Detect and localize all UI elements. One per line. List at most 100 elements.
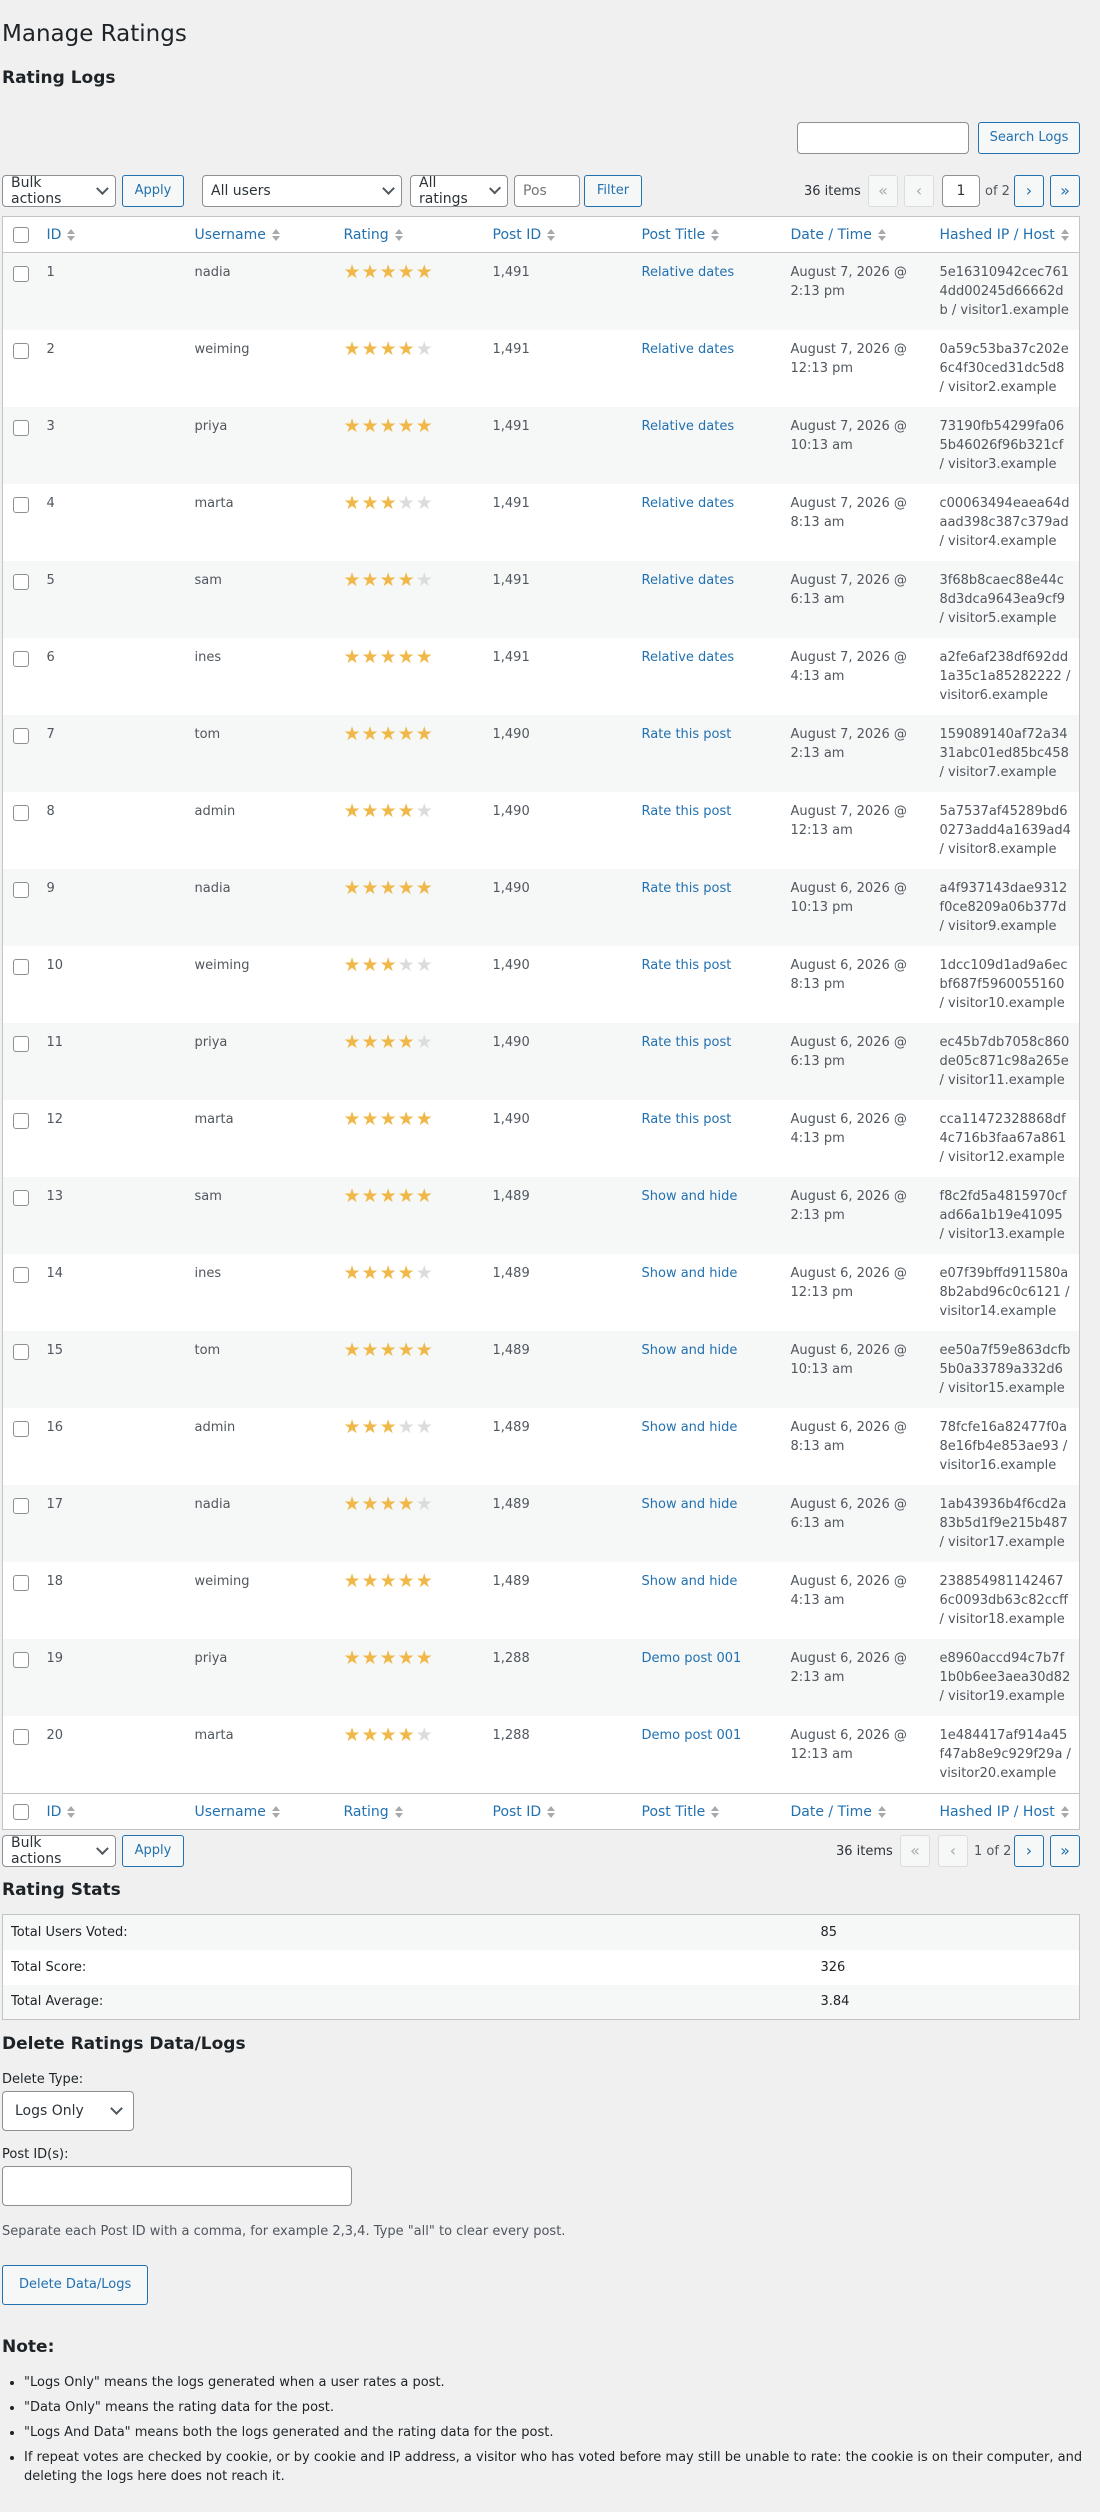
- post-title-link[interactable]: Rate this post: [642, 1035, 732, 1050]
- row-checkbox[interactable]: [13, 1574, 29, 1591]
- next-page-button[interactable]: ›: [1014, 175, 1044, 207]
- cell-hashed-ip: 5a7537af45289bd60273add4a1639ad4 / visit…: [939, 804, 1071, 857]
- row-checkbox[interactable]: [13, 496, 29, 513]
- search-logs-button[interactable]: Search Logs: [978, 122, 1080, 154]
- first-page-button-bottom[interactable]: «: [900, 1835, 930, 1867]
- table-row: 5 sam ★★★★★ 1,491 Relative dates August 7, 20…: [2, 561, 1080, 638]
- sort-icon: [394, 1805, 403, 1818]
- row-checkbox[interactable]: [13, 342, 29, 359]
- cell-id: 8: [46, 804, 55, 819]
- col-hashed-ip[interactable]: Hashed IP / Host: [931, 216, 1080, 253]
- post-title-link[interactable]: Rate this post: [642, 804, 732, 819]
- first-page-button[interactable]: «: [868, 175, 898, 207]
- col-rating[interactable]: Rating: [335, 216, 485, 253]
- cell-id: 1: [46, 265, 55, 280]
- post-title-link[interactable]: Show and hide: [642, 1420, 738, 1435]
- post-title-link[interactable]: Relative dates: [642, 419, 735, 434]
- star-filled-icon: ★: [379, 261, 397, 283]
- current-page-input[interactable]: [942, 175, 980, 207]
- post-title-link[interactable]: Relative dates: [642, 650, 735, 665]
- cell-post-id: 1,489: [492, 1343, 530, 1358]
- col-date-time[interactable]: Date / Time: [782, 216, 932, 253]
- row-checkbox[interactable]: [13, 650, 29, 667]
- post-title-link[interactable]: Demo post 001: [642, 1728, 742, 1743]
- post-title-link[interactable]: Show and hide: [642, 1497, 738, 1512]
- post-title-link[interactable]: Relative dates: [642, 573, 735, 588]
- row-checkbox[interactable]: [13, 1189, 29, 1206]
- cell-post-id: 1,490: [492, 804, 530, 819]
- col-hashed-ip-footer[interactable]: Hashed IP / Host: [931, 1793, 1080, 1830]
- post-title-link[interactable]: Demo post 001: [642, 1651, 742, 1666]
- row-checkbox[interactable]: [13, 1266, 29, 1283]
- post-title-link[interactable]: Show and hide: [642, 1574, 738, 1589]
- ratings-filter-select[interactable]: All ratings: [410, 175, 508, 207]
- cell-date-time: August 6, 2026 @ 8:13 am: [790, 1420, 907, 1454]
- cell-id: 13: [46, 1189, 64, 1204]
- star-empty-icon: ★: [397, 954, 415, 976]
- row-checkbox[interactable]: [13, 1112, 29, 1129]
- row-checkbox[interactable]: [13, 573, 29, 590]
- row-checkbox[interactable]: [13, 958, 29, 975]
- post-title-link[interactable]: Relative dates: [642, 342, 735, 357]
- row-checkbox[interactable]: [13, 1343, 29, 1360]
- filter-button[interactable]: Filter: [584, 175, 642, 207]
- row-checkbox[interactable]: [13, 1497, 29, 1514]
- prev-page-button[interactable]: ‹: [904, 175, 934, 207]
- prev-page-button-bottom[interactable]: ‹: [938, 1835, 968, 1867]
- bulk-actions-select-bottom[interactable]: Bulk actions: [2, 1835, 116, 1867]
- col-date-time-footer[interactable]: Date / Time: [782, 1793, 932, 1830]
- cell-date-time: August 6, 2026 @ 12:13 am: [790, 1728, 907, 1762]
- col-post-title-footer[interactable]: Post Title: [633, 1793, 783, 1830]
- row-checkbox[interactable]: [13, 881, 29, 898]
- select-all-checkbox[interactable]: [13, 226, 29, 243]
- post-title-link[interactable]: Rate this post: [642, 727, 732, 742]
- users-filter-select[interactable]: All users: [202, 175, 402, 207]
- col-username[interactable]: Username: [186, 216, 336, 253]
- cell-username: nadia: [194, 265, 231, 280]
- cell-date-time: August 7, 2026 @ 2:13 am: [790, 727, 907, 761]
- post-title-link[interactable]: Rate this post: [642, 1112, 732, 1127]
- row-checkbox[interactable]: [13, 1035, 29, 1052]
- apply-button-bottom[interactable]: Apply: [122, 1835, 184, 1867]
- select-all-checkbox-footer[interactable]: [13, 1803, 29, 1820]
- post-ids-input[interactable]: [2, 2166, 352, 2206]
- cell-rating: ★★★★★: [336, 946, 485, 1023]
- page-total: of 2: [985, 184, 1010, 199]
- delete-type-select[interactable]: Logs Only: [2, 2091, 134, 2131]
- cell-post-id: 1,490: [492, 727, 530, 742]
- row-checkbox[interactable]: [13, 804, 29, 821]
- star-empty-icon: ★: [415, 569, 433, 591]
- star-filled-icon: ★: [361, 338, 379, 360]
- post-title-link[interactable]: Show and hide: [642, 1343, 738, 1358]
- col-rating-footer[interactable]: Rating: [335, 1793, 485, 1830]
- post-title-link[interactable]: Rate this post: [642, 881, 732, 896]
- row-checkbox[interactable]: [13, 727, 29, 744]
- search-input[interactable]: [797, 122, 969, 154]
- apply-button[interactable]: Apply: [122, 175, 184, 207]
- bulk-actions-select[interactable]: Bulk actions: [2, 175, 116, 207]
- col-id-footer[interactable]: ID: [38, 1793, 187, 1830]
- next-page-button-bottom[interactable]: ›: [1014, 1835, 1044, 1867]
- post-ids-label: Post ID(s):: [2, 2147, 69, 2162]
- row-checkbox[interactable]: [13, 1728, 29, 1745]
- col-post-id[interactable]: Post ID: [484, 216, 634, 253]
- row-checkbox[interactable]: [13, 419, 29, 436]
- post-title-link[interactable]: Relative dates: [642, 496, 735, 511]
- page-title: Manage Ratings: [2, 21, 187, 47]
- col-post-id-footer[interactable]: Post ID: [484, 1793, 634, 1830]
- delete-data-logs-button[interactable]: Delete Data/Logs: [2, 2265, 149, 2305]
- last-page-button[interactable]: »: [1050, 175, 1080, 207]
- star-filled-icon: ★: [343, 1262, 361, 1284]
- post-filter-input[interactable]: [514, 175, 580, 207]
- col-id[interactable]: ID: [38, 216, 187, 253]
- row-checkbox[interactable]: [13, 1651, 29, 1668]
- post-title-link[interactable]: Relative dates: [642, 265, 735, 280]
- row-checkbox[interactable]: [13, 265, 29, 282]
- post-title-link[interactable]: Show and hide: [642, 1266, 738, 1281]
- last-page-button-bottom[interactable]: »: [1050, 1835, 1080, 1867]
- col-username-footer[interactable]: Username: [186, 1793, 336, 1830]
- post-title-link[interactable]: Rate this post: [642, 958, 732, 973]
- row-checkbox[interactable]: [13, 1420, 29, 1437]
- col-post-title[interactable]: Post Title: [633, 216, 783, 253]
- post-title-link[interactable]: Show and hide: [642, 1189, 738, 1204]
